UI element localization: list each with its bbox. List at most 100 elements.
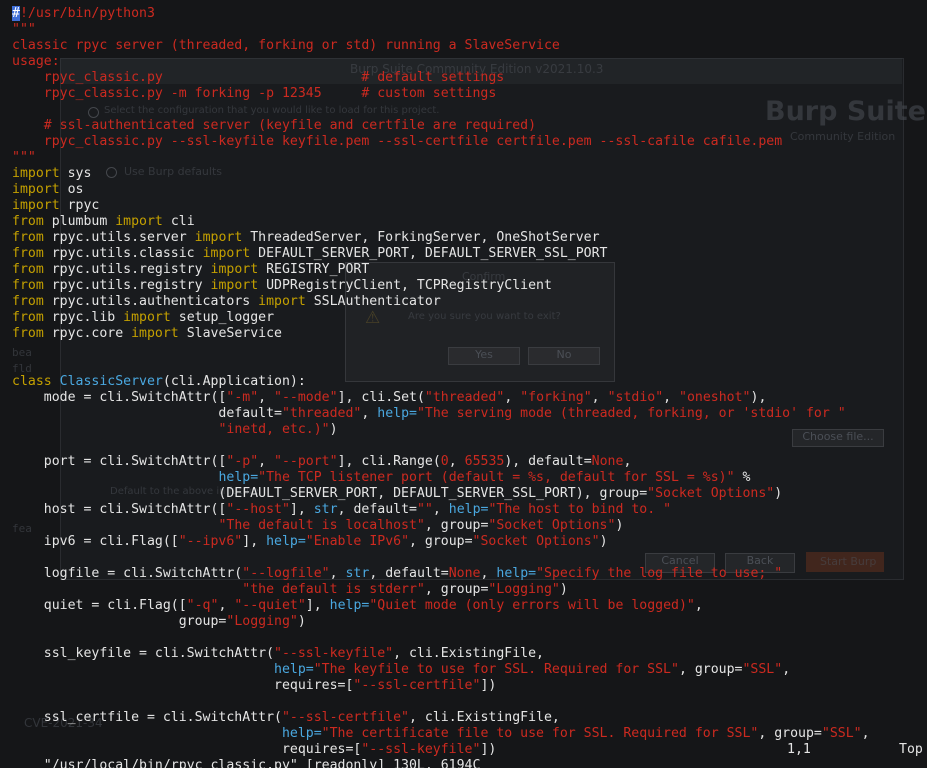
code-line: from rpyc.utils.registry import REGISTRY…	[12, 262, 870, 278]
code-token: "--mode"	[274, 390, 338, 405]
code-token: logfile = cli.SwitchAttr(	[12, 566, 243, 581]
code-token: 0	[440, 454, 449, 469]
code-token: ipv6 = cli.Flag([	[12, 534, 179, 549]
code-token: class	[12, 374, 52, 389]
code-token: rpyc_classic.py # default settings	[12, 70, 505, 85]
code-line: (DEFAULT_SERVER_PORT, DEFAULT_SERVER_SSL…	[12, 486, 870, 502]
code-token: , group=	[758, 726, 822, 741]
code-token: ,	[480, 566, 497, 581]
code-token: help=	[266, 534, 306, 549]
code-line: import os	[12, 182, 870, 198]
code-token: import	[12, 182, 60, 197]
code-token: (DEFAULT_SERVER_PORT, DEFAULT_SERVER_SSL…	[12, 486, 648, 501]
code-token: ssl_certfile = cli.SwitchAttr(	[12, 710, 282, 725]
status-file-info: "/usr/local/bin/rpyc_classic.py" [readon…	[43, 758, 481, 768]
code-token: ,	[504, 390, 521, 405]
terminal-window[interactable]: Burp Suite Community Edition v2021.10.3 …	[0, 0, 927, 768]
code-token: "threaded"	[281, 406, 362, 421]
code-token: ,	[861, 726, 870, 741]
code-token: "Socket Options"	[488, 518, 616, 533]
code-line: quiet = cli.Flag(["-q", "--quiet"], help…	[12, 598, 870, 614]
code-token: usage:	[12, 54, 60, 69]
code-token: "oneshot"	[679, 390, 751, 405]
code-token: os	[59, 182, 84, 197]
code-token: )	[329, 422, 338, 437]
code-token: "forking"	[520, 390, 592, 405]
code-token: from	[12, 230, 44, 245]
vim-text-buffer[interactable]: #!/usr/bin/python3 """ classic rpyc server…	[12, 6, 870, 758]
code-line: port = cli.SwitchAttr(["-p", "--port"], …	[12, 454, 870, 470]
code-token: , cli.ExistingFile,	[393, 646, 544, 661]
code-line: from rpyc.lib import setup_logger	[12, 310, 870, 326]
code-token: """	[12, 22, 36, 37]
code-token: "SSL"	[821, 726, 862, 741]
code-token: ])	[480, 678, 497, 693]
status-cursor-position: 1,1	[787, 742, 811, 757]
code-token: 65535	[464, 454, 505, 469]
code-token: from	[12, 262, 44, 277]
code-token: ssl_keyfile = cli.SwitchAttr(	[12, 646, 275, 661]
code-token: )	[559, 582, 568, 597]
code-token: , group=	[424, 582, 489, 597]
code-line: mode = cli.SwitchAttr(["-m", "--mode"], …	[12, 390, 870, 406]
code-token: help=	[496, 566, 537, 581]
code-token: "Enable IPv6"	[305, 534, 410, 549]
code-token: SlaveService	[178, 326, 282, 341]
code-line: from plumbum import cli	[12, 214, 870, 230]
code-token: sys	[59, 166, 92, 181]
code-token: "Quiet mode (only errors will be logged)…	[369, 598, 695, 613]
code-token: "The certificate file to use for SSL. Re…	[321, 726, 759, 741]
code-line: "The default is localhost", group="Socke…	[12, 518, 870, 534]
code-token: ,	[623, 454, 632, 469]
code-token: None	[591, 454, 624, 469]
code-token: str	[313, 502, 338, 517]
code-token: "The TCP listener port (default = %s, de…	[258, 470, 735, 485]
code-token: ), default=	[504, 454, 592, 469]
code-token: ,	[258, 390, 275, 405]
code-token: %	[734, 470, 751, 485]
code-token: import	[12, 198, 60, 213]
code-token: rpyc.utils.registry	[43, 262, 211, 277]
code-token: DEFAULT_SERVER_PORT, DEFAULT_SERVER_SSL_…	[250, 246, 608, 261]
code-token: , group=	[678, 662, 743, 677]
code-token: , default=	[337, 502, 417, 517]
code-token: "--host"	[226, 502, 290, 517]
code-token: "The serving mode (threaded, forking, or…	[416, 406, 846, 421]
code-token: SSLAuthenticator	[305, 294, 441, 309]
code-token: import	[123, 310, 171, 325]
code-token: str	[345, 566, 370, 581]
code-token: rpyc.utils.classic	[43, 246, 203, 261]
code-token: rpyc.core	[43, 326, 132, 341]
code-token: ,	[448, 454, 465, 469]
code-token: "Logging"	[488, 582, 560, 597]
code-token: REGISTRY_PORT	[258, 262, 370, 277]
code-token: rpyc	[59, 198, 100, 213]
code-token: )	[297, 614, 306, 629]
code-token: ],	[289, 502, 314, 517]
code-token: "--ssl-keyfile"	[274, 646, 394, 661]
code-token: ,	[591, 390, 608, 405]
code-token: ,	[663, 390, 680, 405]
code-token: ThreadedServer, ForkingServer, OneShotSe…	[242, 230, 600, 245]
code-token: ClassicServer	[59, 374, 163, 389]
code-token: import	[12, 166, 60, 181]
code-line: #!/usr/bin/python3	[12, 6, 870, 22]
code-token: "--ssl-certfile"	[281, 710, 409, 725]
code-line: from rpyc.utils.registry import UDPRegis…	[12, 278, 870, 294]
code-token: ],	[242, 534, 267, 549]
code-token: import	[115, 214, 163, 229]
code-token: "-q"	[186, 598, 219, 613]
code-token: # ssl-authenticated server (keyfile and …	[12, 118, 537, 133]
code-token: , cli.ExistingFile,	[409, 710, 560, 725]
code-token: "--logfile"	[242, 566, 330, 581]
code-token: "--port"	[274, 454, 338, 469]
code-token: )	[615, 518, 624, 533]
code-token: "the default is stderr"	[242, 582, 425, 597]
